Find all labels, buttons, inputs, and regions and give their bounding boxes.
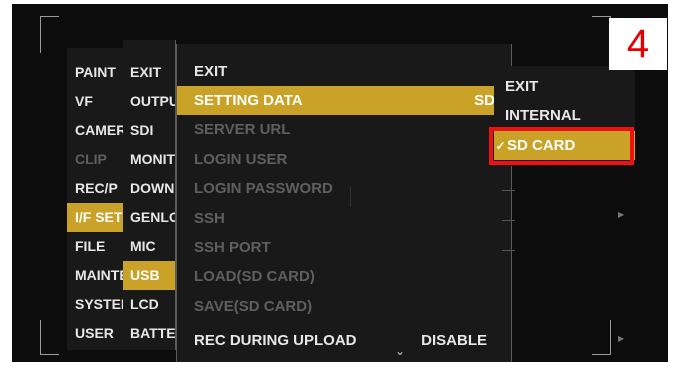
frame-bracket-bl <box>40 320 59 355</box>
step-number-badge: 4 <box>609 18 667 70</box>
sub-menu-item-downconvert[interactable]: DOWNCONVERT <box>123 174 175 203</box>
camera-menu-screen: PAINT VF CAMERA CLIP REC/P I/F SETUP FIL… <box>12 4 668 362</box>
sub-menu-item-exit[interactable]: EXIT <box>123 58 175 87</box>
settings-item-login-password: LOGIN PASSWORD <box>194 180 333 197</box>
main-menu-item-if-setup[interactable]: I/F SETUP <box>67 203 123 232</box>
sub-menu-item-lcd[interactable]: LCD <box>123 290 175 319</box>
stage: PAINT VF CAMERA CLIP REC/P I/F SETUP FIL… <box>0 0 681 368</box>
main-menu-item-clip: CLIP <box>75 151 107 167</box>
main-menu-item-file[interactable]: FILE <box>67 232 123 261</box>
sub-menu-item-output[interactable]: OUTPUT <box>123 87 175 116</box>
main-menu-item-maintenance[interactable]: MAINTENANCE <box>67 261 123 290</box>
settings-column: EXIT SETTING DATA SD SERVER URL LOGIN US… <box>176 44 515 362</box>
sub-menu-item-mic[interactable]: MIC <box>123 232 175 261</box>
sub-menu-item-battery[interactable]: BATTERY <box>123 319 175 348</box>
rec-during-upload-label: REC DURING UPLOAD <box>194 332 357 349</box>
main-menu-item-system[interactable]: SYSTEM <box>67 290 123 319</box>
ssh-port-value-dash <box>502 250 515 251</box>
settings-item-server-url: SERVER URL <box>194 121 291 138</box>
main-menu-item-vf[interactable]: VF <box>67 87 123 116</box>
settings-item-save-sd-card: SAVE(SD CARD) <box>194 298 313 315</box>
main-menu-item-paint[interactable]: PAINT <box>67 58 123 87</box>
option-internal[interactable]: INTERNAL <box>494 101 635 130</box>
frame-bracket-br <box>592 320 611 355</box>
sub-menu-item-genlock[interactable]: GENLOCK <box>123 203 175 232</box>
main-menu-item-user[interactable]: USER <box>67 319 123 348</box>
ssh-value-dash <box>502 220 515 221</box>
sub-menu-item-sdi[interactable]: SDI <box>123 116 175 145</box>
main-menu-item-rec-p[interactable]: REC/P <box>67 174 123 203</box>
submenu-arrow-icon: ▶ <box>618 210 625 219</box>
settings-item-setting-data[interactable]: SETTING DATA SD <box>177 86 511 115</box>
rec-during-upload-value: DISABLE <box>421 332 487 349</box>
option-exit[interactable]: EXIT <box>494 72 635 101</box>
login-password-value-dash <box>502 190 515 191</box>
setting-data-value: SD <box>474 92 495 109</box>
settings-item-exit[interactable]: EXIT <box>177 57 511 86</box>
text-cursor-mark <box>350 187 351 207</box>
sub-menu-item-usb[interactable]: USB <box>123 261 175 290</box>
setting-data-label: SETTING DATA <box>194 92 303 109</box>
settings-item-rec-during-upload[interactable]: REC DURING UPLOAD DISABLE <box>177 326 511 355</box>
sub-menu-item-monitor[interactable]: MONITOR <box>123 145 175 174</box>
settings-item-load-sd-card: LOAD(SD CARD) <box>194 268 315 285</box>
submenu-arrow-icon: ▶ <box>618 334 625 343</box>
settings-item-ssh: SSH <box>194 210 225 227</box>
highlight-box <box>489 127 634 165</box>
settings-item-ssh-port: SSH PORT <box>194 239 271 256</box>
frame-bracket-tl <box>40 16 59 53</box>
settings-item-login-user: LOGIN USER <box>194 151 288 168</box>
main-menu-column: PAINT VF CAMERA CLIP REC/P I/F SETUP FIL… <box>67 48 124 350</box>
scroll-down-chevron-icon[interactable]: ⌄ <box>395 344 405 358</box>
sub-menu-column: EXIT OUTPUT SDI MONITOR DOWNCONVERT GENL… <box>123 40 176 350</box>
main-menu-item-camera[interactable]: CAMERA <box>67 116 123 145</box>
